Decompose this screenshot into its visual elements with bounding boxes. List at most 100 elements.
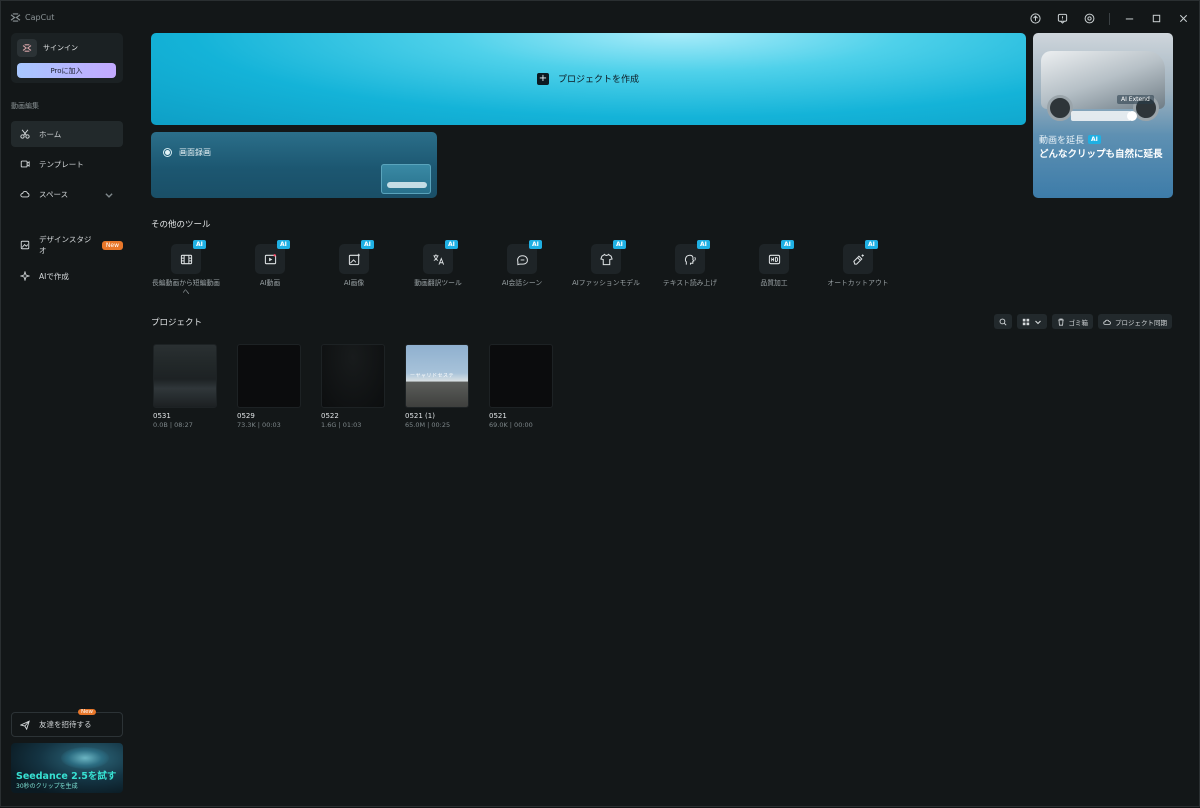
design-icon [20, 240, 30, 250]
invite-friends-button[interactable]: 友達を招待する New [11, 709, 123, 737]
project-name: 0531 [153, 412, 171, 420]
sidebar-item-label: デザインスタジオ [39, 235, 92, 255]
avatar[interactable] [17, 39, 37, 57]
cloud-sync-icon [1103, 319, 1111, 325]
title-bar: CapCut [1, 1, 1200, 33]
invite-label: 友達を招待する [39, 720, 92, 729]
project-thumbnail [321, 344, 385, 408]
app-logo: CapCut [10, 13, 54, 22]
join-pro-button[interactable]: Proに加入 [17, 63, 116, 78]
project-card[interactable]: ーヤャリドセステ 0521 (1) 65.0M | 00:25 [405, 344, 469, 434]
tool-label: 品質加工 [760, 279, 788, 287]
window-controls [1028, 11, 1191, 26]
sidebar-item-label: テンプレート [39, 159, 84, 169]
settings-icon[interactable] [1082, 11, 1097, 26]
project-thumbnail [153, 344, 217, 408]
seedance-promo-banner[interactable]: Seedance 2.5を試す 30秒のクリップを生成 [11, 743, 123, 793]
ai-badge: AI [529, 240, 542, 249]
sidebar-item-design-studio[interactable]: デザインスタジオ New [11, 232, 123, 258]
ai-badge: AI [1088, 135, 1101, 144]
sparkle-icon [20, 271, 30, 281]
sidebar-item-ai-create[interactable]: AIで作成 [11, 263, 123, 289]
search-button[interactable] [993, 314, 1012, 329]
trash-label: ゴミ箱 [1068, 318, 1089, 327]
timeline-handle [1127, 111, 1137, 121]
project-meta: 69.0K | 00:00 [489, 421, 533, 429]
search-icon [999, 318, 1007, 326]
project-sync-label: プロジェクト同期 [1115, 318, 1167, 327]
project-card[interactable]: 0531 0.0B | 08:27 [153, 344, 217, 434]
section-label: 動画編集 [11, 102, 39, 110]
tool-video-translate[interactable]: AI 動画翻訳ツール [403, 240, 473, 304]
record-icon [163, 148, 172, 157]
ai-extend-subtitle: どんなクリップも自然に延長 [1039, 149, 1163, 160]
project-meta: 65.0M | 00:25 [405, 421, 451, 429]
ai-extend-title: 動画を延長 AI [1039, 133, 1101, 146]
screen-record-button[interactable]: 画面録画 [151, 132, 437, 198]
tool-ai-video[interactable]: AI AI動画 [235, 240, 305, 304]
project-name: 0522 [321, 412, 339, 420]
feedback-icon[interactable] [1055, 11, 1070, 26]
project-card[interactable]: 0529 73.3K | 00:03 [237, 344, 301, 434]
create-project-label: プロジェクトを作成 [558, 75, 640, 85]
tool-label: AI会話シーン [501, 279, 543, 287]
trash-button[interactable]: ゴミ箱 [1051, 314, 1093, 329]
ai-badge: AI [865, 240, 878, 249]
wheel-shape [1047, 95, 1073, 121]
project-card[interactable]: 0521 69.0K | 00:00 [489, 344, 553, 434]
signin-link[interactable]: サインイン [43, 43, 78, 53]
maximize-icon[interactable] [1149, 11, 1164, 26]
new-badge: New [101, 240, 123, 250]
template-icon [20, 160, 30, 168]
project-thumbnail [237, 344, 301, 408]
sidebar-item-home[interactable]: ホーム [11, 121, 123, 147]
project-meta: 73.3K | 00:03 [237, 421, 281, 429]
tool-label: テキスト読み上げ [662, 279, 718, 287]
create-project-button[interactable]: + プロジェクトを作成 [151, 33, 1026, 125]
ai-badge: AI [445, 240, 458, 249]
projects-heading: プロジェクト [151, 318, 203, 328]
tool-label: オートカットアウト [827, 279, 889, 287]
scissors-icon [20, 129, 30, 139]
project-card[interactable]: 0522 1.6G | 01:03 [321, 344, 385, 434]
cloud-icon [20, 191, 30, 198]
tool-text-to-speech[interactable]: AI テキスト読み上げ [655, 240, 725, 304]
upload-icon[interactable] [1028, 11, 1043, 26]
chevron-down-icon[interactable] [104, 190, 114, 200]
close-icon[interactable] [1176, 11, 1191, 26]
project-thumbnail: ーヤャリドセステ [405, 344, 469, 408]
plus-icon: + [537, 72, 549, 85]
promo-title: Seedance 2.5を試す [16, 771, 117, 782]
tool-long-to-short[interactable]: AI 長編動画から短編動画へ [151, 240, 221, 304]
tool-label: 動画翻訳ツール [414, 279, 462, 287]
project-name: 0521 [489, 412, 507, 420]
sidebar-item-templates[interactable]: テンプレート [11, 151, 123, 177]
project-name: 0521 (1) [405, 412, 435, 420]
minimize-icon[interactable] [1122, 11, 1137, 26]
tool-ai-image[interactable]: AI AI画像 [319, 240, 389, 304]
screen-record-illustration [381, 164, 431, 194]
capcut-window: CapCut サインイン Proに加入 動画編集 ホーム テンプレート スペース… [0, 0, 1200, 807]
ai-badge: AI [277, 240, 290, 249]
sidebar-item-space[interactable]: スペース [11, 181, 123, 207]
ai-extend-card[interactable]: AI Extend 動画を延長 AI どんなクリップも自然に延長 [1033, 33, 1173, 198]
chevron-down-icon [1034, 320, 1041, 324]
tool-ai-fashion-model[interactable]: AI AIファッションモデル [571, 240, 641, 304]
project-name: 0529 [237, 412, 255, 420]
ai-extend-title-text: 動画を延長 [1039, 136, 1085, 146]
view-toggle-button[interactable] [1016, 314, 1047, 329]
tool-ai-conversation-scene[interactable]: AI AI会話シーン [487, 240, 557, 304]
project-meta: 1.6G | 01:03 [321, 421, 362, 429]
timeline-strip [1071, 111, 1131, 121]
promo-subtitle: 30秒のクリップを生成 [16, 783, 78, 790]
project-sync-button[interactable]: プロジェクト同期 [1098, 314, 1172, 329]
capcut-logo-icon [10, 13, 21, 22]
sidebar-item-label: ホーム [39, 129, 62, 139]
capcut-logo-icon [22, 44, 32, 52]
tool-auto-cutout[interactable]: AI オートカットアウト [823, 240, 893, 304]
app-title: CapCut [25, 13, 55, 22]
project-meta: 0.0B | 08:27 [153, 421, 193, 429]
tool-quality-enhance[interactable]: AI 品質加工 [739, 240, 809, 304]
ai-badge: AI [613, 240, 626, 249]
send-icon [20, 719, 30, 730]
